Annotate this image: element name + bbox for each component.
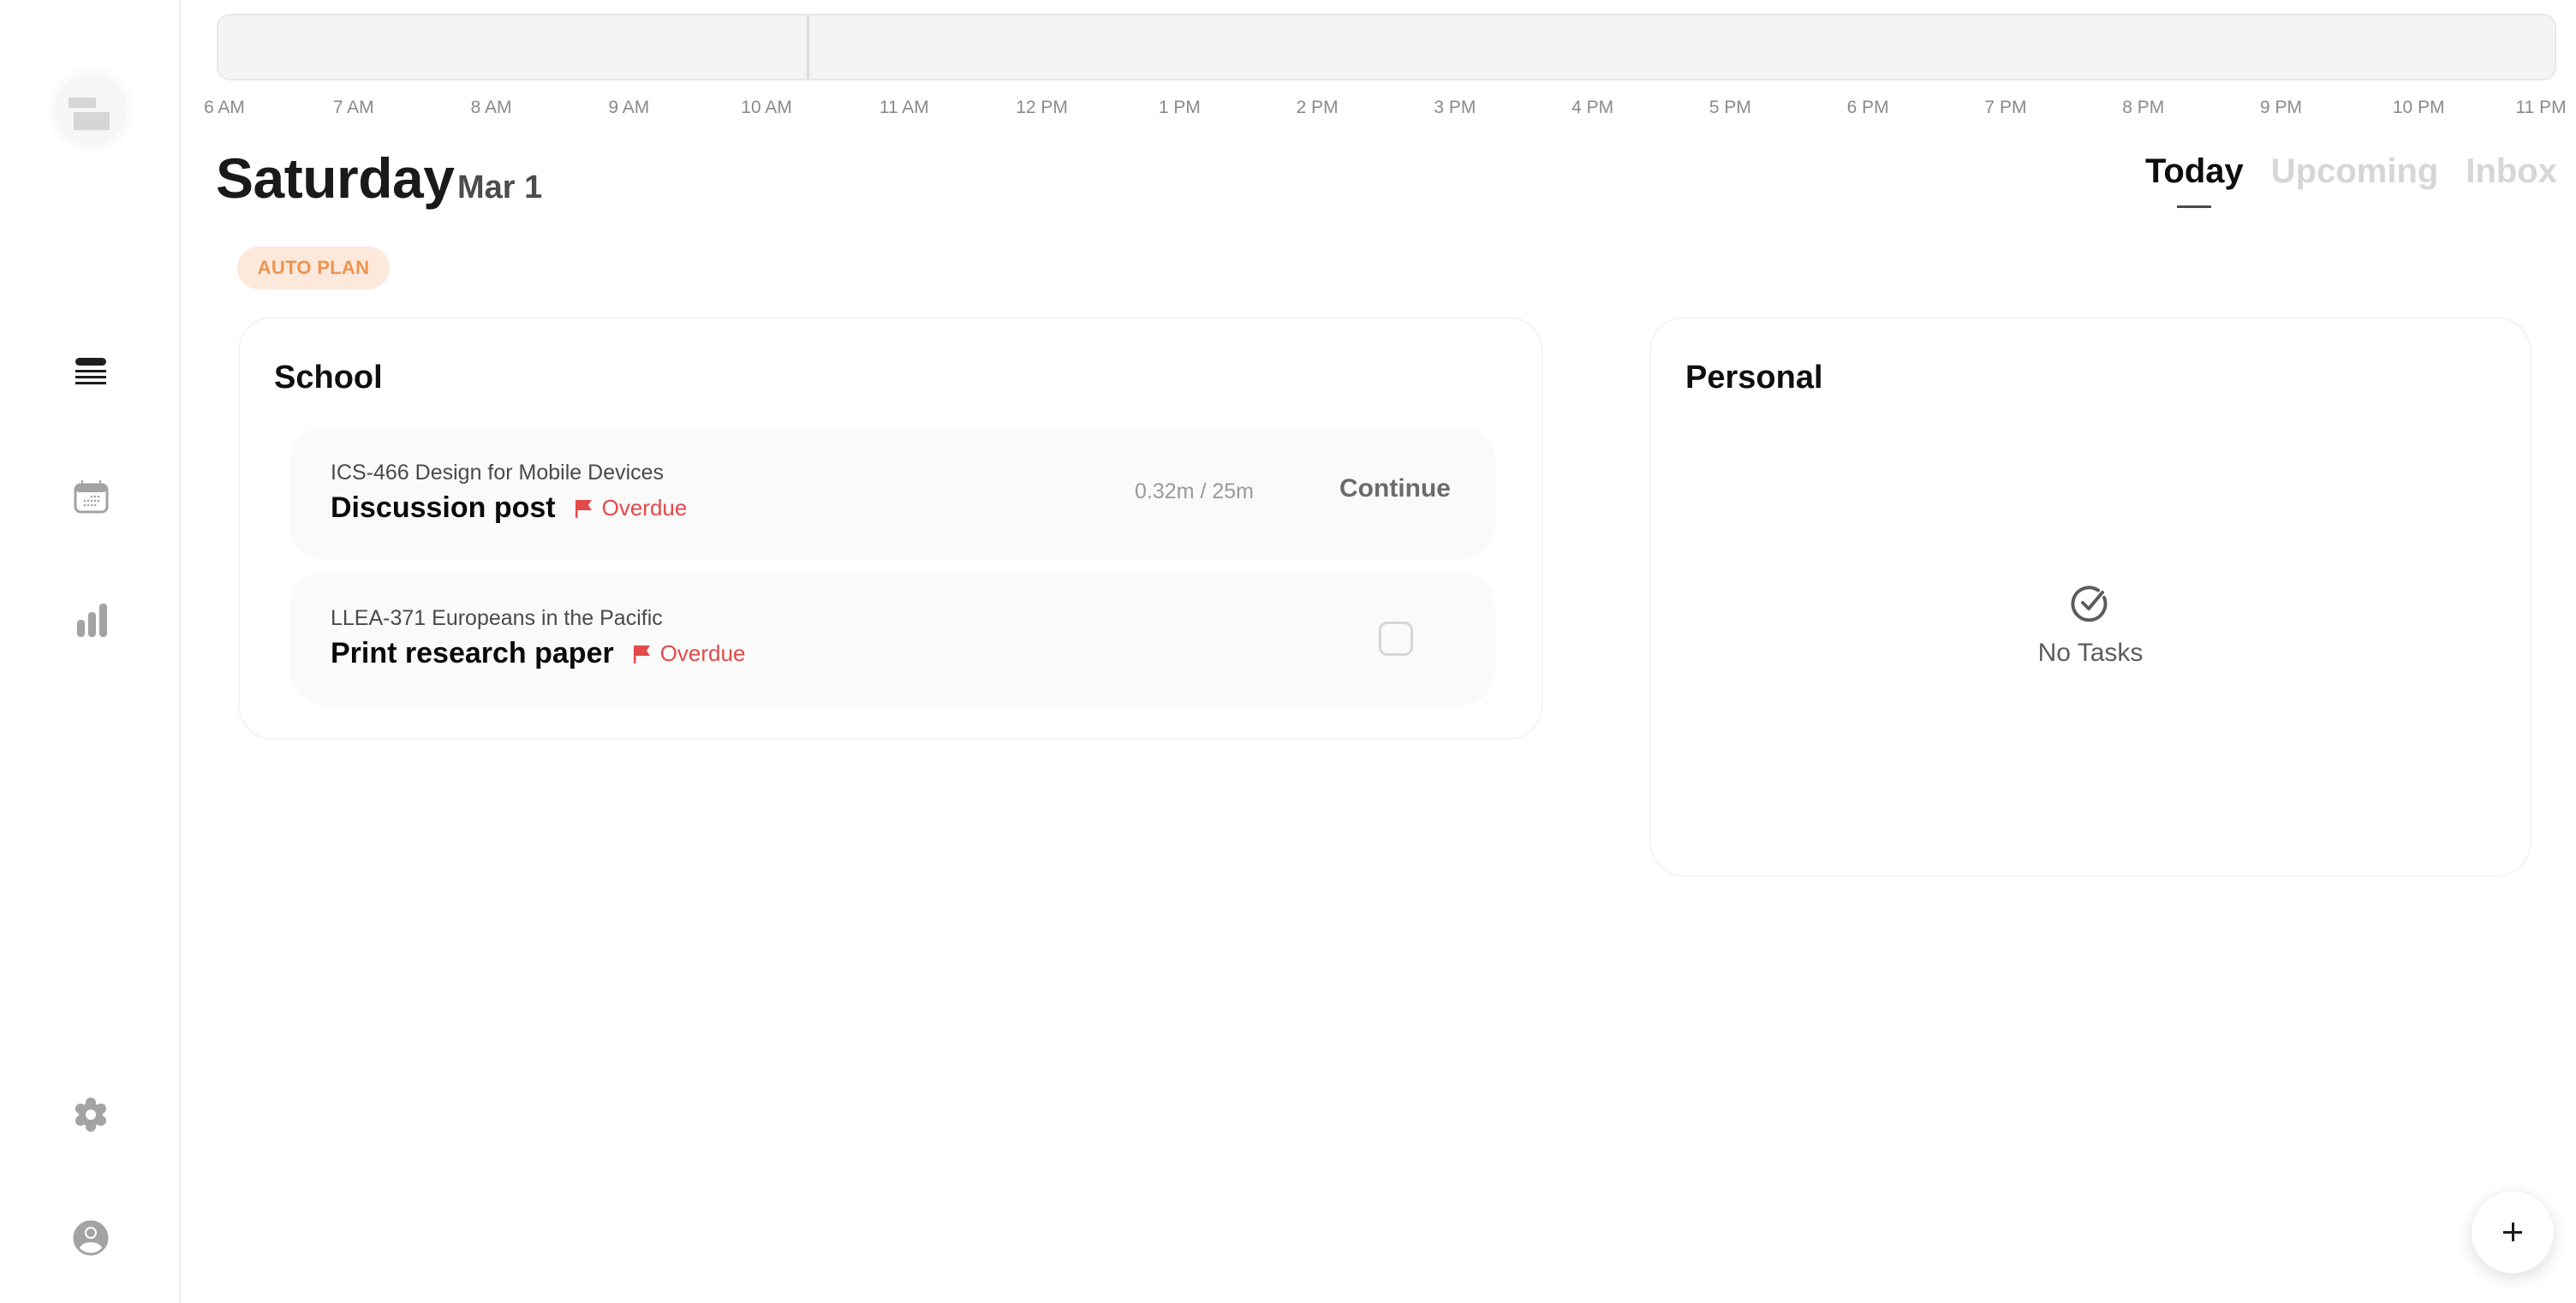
view-tabs: Today Upcoming Inbox (2145, 152, 2557, 191)
task-course: ICS-466 Design for Mobile Devices (331, 461, 665, 485)
add-task-button[interactable] (2471, 1190, 2555, 1274)
calendar-icon (74, 480, 109, 514)
flag-icon (575, 499, 592, 518)
timeline-hour-label: 12 PM (1016, 98, 1068, 117)
time-progress-readout: 0.32m / 25m (1135, 479, 1254, 503)
sidebar-item-stats[interactable] (72, 601, 110, 639)
timeline-hour-label: 11 PM (2515, 98, 2567, 117)
task-title-row: Print research paper Overdue (331, 637, 745, 670)
tab-today[interactable]: Today (2145, 152, 2244, 191)
sidebar-item-tasks[interactable] (72, 354, 110, 392)
timeline-hour-label: 2 PM (1296, 98, 1339, 117)
timeline-hour-label: 7 AM (332, 98, 374, 117)
timeline-hour-label: 7 PM (1984, 98, 2027, 117)
list-icon (75, 358, 106, 384)
timeline-hour-label: 4 PM (1571, 98, 1614, 117)
task-complete-checkbox[interactable] (1379, 622, 1413, 656)
tab-inbox[interactable]: Inbox (2466, 152, 2557, 191)
gear-icon (75, 1098, 106, 1132)
timeline-hour-labels: 6 AM 7 AM 8 AM 9 AM 10 AM 11 AM 12 PM 1 PM 2 PM 3… (0, 98, 2576, 123)
timeline-hour-label: 11 AM (879, 98, 929, 117)
page-title: Saturday (216, 146, 455, 210)
task-course: LLEA-371 Europeans in the Pacific (331, 606, 663, 630)
task-title-row: Discussion post Overdue (331, 491, 687, 525)
date-subtitle: Mar 1 (457, 170, 543, 205)
timeline-hour-label: 6 AM (204, 98, 245, 117)
group-title: School (274, 360, 383, 396)
timeline-hour-label: 3 PM (1434, 98, 1476, 117)
overdue-badge: Overdue (575, 495, 688, 521)
group-card-school: School ICS-466 Design for Mobile Devices… (238, 317, 1543, 740)
user-avatar-icon (73, 1220, 109, 1256)
current-time-indicator (807, 15, 810, 79)
timeline-hour-label: 6 PM (1846, 98, 1889, 117)
bar-chart-icon (77, 604, 107, 637)
timeline-hour-label: 8 PM (2122, 98, 2165, 117)
empty-state: No Tasks (1651, 584, 2530, 668)
task-item[interactable]: LLEA-371 Europeans in the Pacific Print … (289, 572, 1495, 705)
overdue-badge: Overdue (633, 640, 746, 667)
empty-state-label: No Tasks (2037, 639, 2144, 667)
sidebar-item-calendar[interactable] (72, 478, 110, 515)
flag-icon (633, 645, 650, 663)
sidebar-item-settings[interactable] (72, 1096, 110, 1133)
continue-button[interactable]: Continue (1339, 474, 1451, 503)
timeline-hour-label: 10 AM (741, 98, 792, 117)
timeline-hour-label: 1 PM (1158, 98, 1201, 117)
task-name: Discussion post (331, 491, 556, 524)
timeline-hour-label: 8 AM (470, 98, 512, 117)
sidebar (0, 0, 182, 1303)
timeline-hour-label: 9 AM (608, 98, 650, 117)
overdue-label: Overdue (601, 495, 688, 521)
task-name: Print research paper (331, 637, 614, 669)
group-title: Personal (1685, 360, 1823, 396)
check-circle-icon (2071, 586, 2108, 622)
sidebar-item-profile[interactable] (72, 1219, 110, 1257)
overdue-label: Overdue (659, 640, 746, 666)
timeline-hour-label: 5 PM (1708, 98, 1751, 117)
timeline-hour-label: 9 PM (2259, 98, 2302, 117)
timeline-hour-label: 10 PM (2392, 98, 2445, 117)
day-timeline[interactable] (217, 14, 2556, 80)
task-item[interactable]: ICS-466 Design for Mobile Devices Discus… (289, 426, 1495, 560)
tab-upcoming[interactable]: Upcoming (2271, 152, 2439, 191)
auto-plan-button[interactable]: AUTO PLAN (237, 247, 390, 289)
group-card-personal: Personal No Tasks (1649, 317, 2531, 877)
plus-icon (2503, 1223, 2522, 1241)
